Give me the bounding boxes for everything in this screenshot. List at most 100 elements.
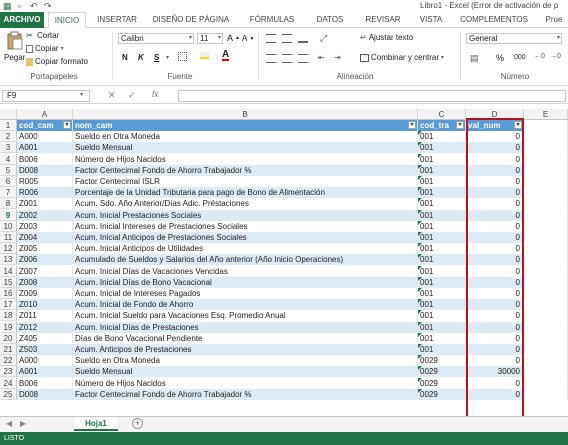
cell-val-num[interactable]: 0 [466,344,524,355]
cell-cod-cam[interactable]: A001 [17,142,73,154]
sheet-next-icon[interactable]: ▶ [20,419,26,428]
decrease-decimal-icon[interactable]: →0 [550,53,561,60]
cell-cod-cam[interactable]: D008 [17,388,73,400]
cell-nom-cam[interactable]: Días de Bono Vacacional Pendiente [73,332,418,344]
column-header-a[interactable]: A [17,109,73,120]
cell-cod-tra[interactable]: 001 [418,265,466,277]
add-sheet-icon[interactable]: + [132,418,143,429]
insert-function-button[interactable]: fx [152,90,158,99]
row-header[interactable]: 1 [0,120,17,131]
row-header[interactable]: 8 [0,198,17,210]
cell-empty[interactable] [524,187,568,199]
cell-cod-tra[interactable]: 001 [418,131,466,143]
name-box[interactable]: F9 [2,90,90,102]
cell-val-num[interactable]: 0 [466,388,524,400]
row-header[interactable]: 18 [0,310,17,322]
tab-file[interactable]: ARCHIVO [0,12,44,28]
font-color-button[interactable]: A [222,50,230,61]
cell-cod-cam[interactable]: Z005 [17,243,73,255]
cell-cod-tra[interactable]: 001 [418,276,466,288]
confirm-icon[interactable]: ✓ [128,90,136,101]
cell-val-num[interactable]: 0 [466,332,524,344]
cell-cod-cam[interactable]: Z009 [17,288,73,299]
increase-decimal-icon[interactable]: ←0 [534,53,545,60]
cell-empty[interactable] [524,288,568,299]
cell-cod-cam[interactable]: Z003 [17,220,73,232]
cell-empty[interactable] [524,142,568,154]
chevron-down-icon[interactable]: ▾ [80,91,83,98]
cell-empty[interactable] [524,344,568,355]
header-cod-cam[interactable]: cod_cam ▾ [17,120,73,131]
align-right-icon[interactable] [298,54,308,63]
row-header[interactable]: 16 [0,288,17,299]
row-header[interactable]: 2 [0,131,17,143]
cell-val-num[interactable]: 0 [466,176,524,187]
cell-empty[interactable] [524,299,568,311]
cell-cod-tra[interactable]: 001 [418,220,466,232]
format-painter-button[interactable]: Copiar formato [26,57,88,66]
cell-empty[interactable] [524,276,568,288]
cell-nom-cam[interactable]: Factor Centecimal Fondo de Ahorro Trabaj… [73,164,418,176]
row-header[interactable]: 23 [0,366,17,378]
cell-nom-cam[interactable]: Sueldo en Otra Moneda [73,131,418,143]
accounting-format-icon[interactable]: ▤ [470,53,479,64]
cell-nom-cam[interactable]: Sueldo en Otra Moneda [73,355,418,367]
cell-empty[interactable] [524,153,568,165]
tab-addins[interactable]: COMPLEMENTOS [456,12,532,28]
bold-button[interactable]: N [122,53,128,62]
column-header-e[interactable]: E [524,109,568,120]
cell-empty[interactable] [524,310,568,322]
cut-button[interactable]: ✂ Cortar [26,31,59,40]
cell-cod-cam[interactable]: Z007 [17,265,73,277]
filter-dropdown-icon[interactable]: ▾ [408,121,416,129]
cell-cod-cam[interactable]: B006 [17,153,73,165]
tab-test[interactable]: Prue [540,12,568,28]
tab-insert[interactable]: INSERTAR [92,12,142,28]
cell-nom-cam[interactable]: Acum. Inicial Días de Vacaciones Vencida… [73,265,418,277]
cell-nom-cam[interactable]: Número de Hijos Nacidos [73,153,418,165]
grow-font-button[interactable]: A ▲ [227,33,240,43]
cell-val-num[interactable]: 0 [466,276,524,288]
cell-empty[interactable] [524,366,568,378]
select-all-corner[interactable] [0,109,17,120]
row-header[interactable]: 6 [0,176,17,187]
cell-cod-tra[interactable]: 0029 [418,377,466,389]
row-header[interactable]: 21 [0,344,17,355]
header-nom-cam[interactable]: nom_cam ▾ [73,120,418,131]
comma-style-icon[interactable]: 000 [514,54,526,61]
cell-cod-cam[interactable]: R005 [17,176,73,187]
cell-cod-tra[interactable]: 001 [418,332,466,344]
cell-empty[interactable] [524,377,568,389]
fill-color-button[interactable] [200,52,209,59]
cell-cod-tra[interactable]: 001 [418,310,466,322]
row-header[interactable]: 24 [0,377,17,389]
cell-val-num[interactable]: 0 [466,220,524,232]
align-bottom-icon[interactable] [298,34,308,43]
cell-val-num[interactable]: 0 [466,288,524,299]
row-header[interactable]: 10 [0,220,17,232]
cell-cod-cam[interactable]: Z011 [17,310,73,322]
cell-val-num[interactable]: 0 [466,187,524,199]
cell-val-num[interactable]: 0 [466,377,524,389]
cell-empty[interactable] [524,209,568,221]
cell-nom-cam[interactable]: Acum. Inicial Anticipos de Utilidades [73,243,418,255]
row-header[interactable]: 17 [0,299,17,311]
cell-empty[interactable] [524,232,568,243]
cell-nom-cam[interactable]: Acum. Anticipos de Prestaciones [73,344,418,355]
cell-cod-cam[interactable]: B006 [17,377,73,389]
cell-nom-cam[interactable]: Factor Centecimal ISLR [73,176,418,187]
cell-cod-tra[interactable]: 001 [418,198,466,210]
tab-formulas[interactable]: FÓRMULAS [246,12,298,28]
cancel-icon[interactable]: ✕ [108,90,116,101]
cell-cod-cam[interactable]: Z004 [17,232,73,243]
shrink-font-button[interactable]: A ▼ [242,34,254,43]
cell-val-num[interactable]: 0 [466,265,524,277]
row-header[interactable]: 20 [0,332,17,344]
filter-dropdown-icon[interactable]: ▾ [63,121,71,129]
cell-nom-cam[interactable]: Acum. Inicial Intereses de Prestaciones … [73,220,418,232]
cell-cod-cam[interactable]: Z008 [17,276,73,288]
cell-cod-tra[interactable]: 001 [418,153,466,165]
tab-review[interactable]: REVISAR [360,12,406,28]
cell-val-num[interactable]: 0 [466,131,524,143]
formula-input[interactable] [178,90,566,102]
